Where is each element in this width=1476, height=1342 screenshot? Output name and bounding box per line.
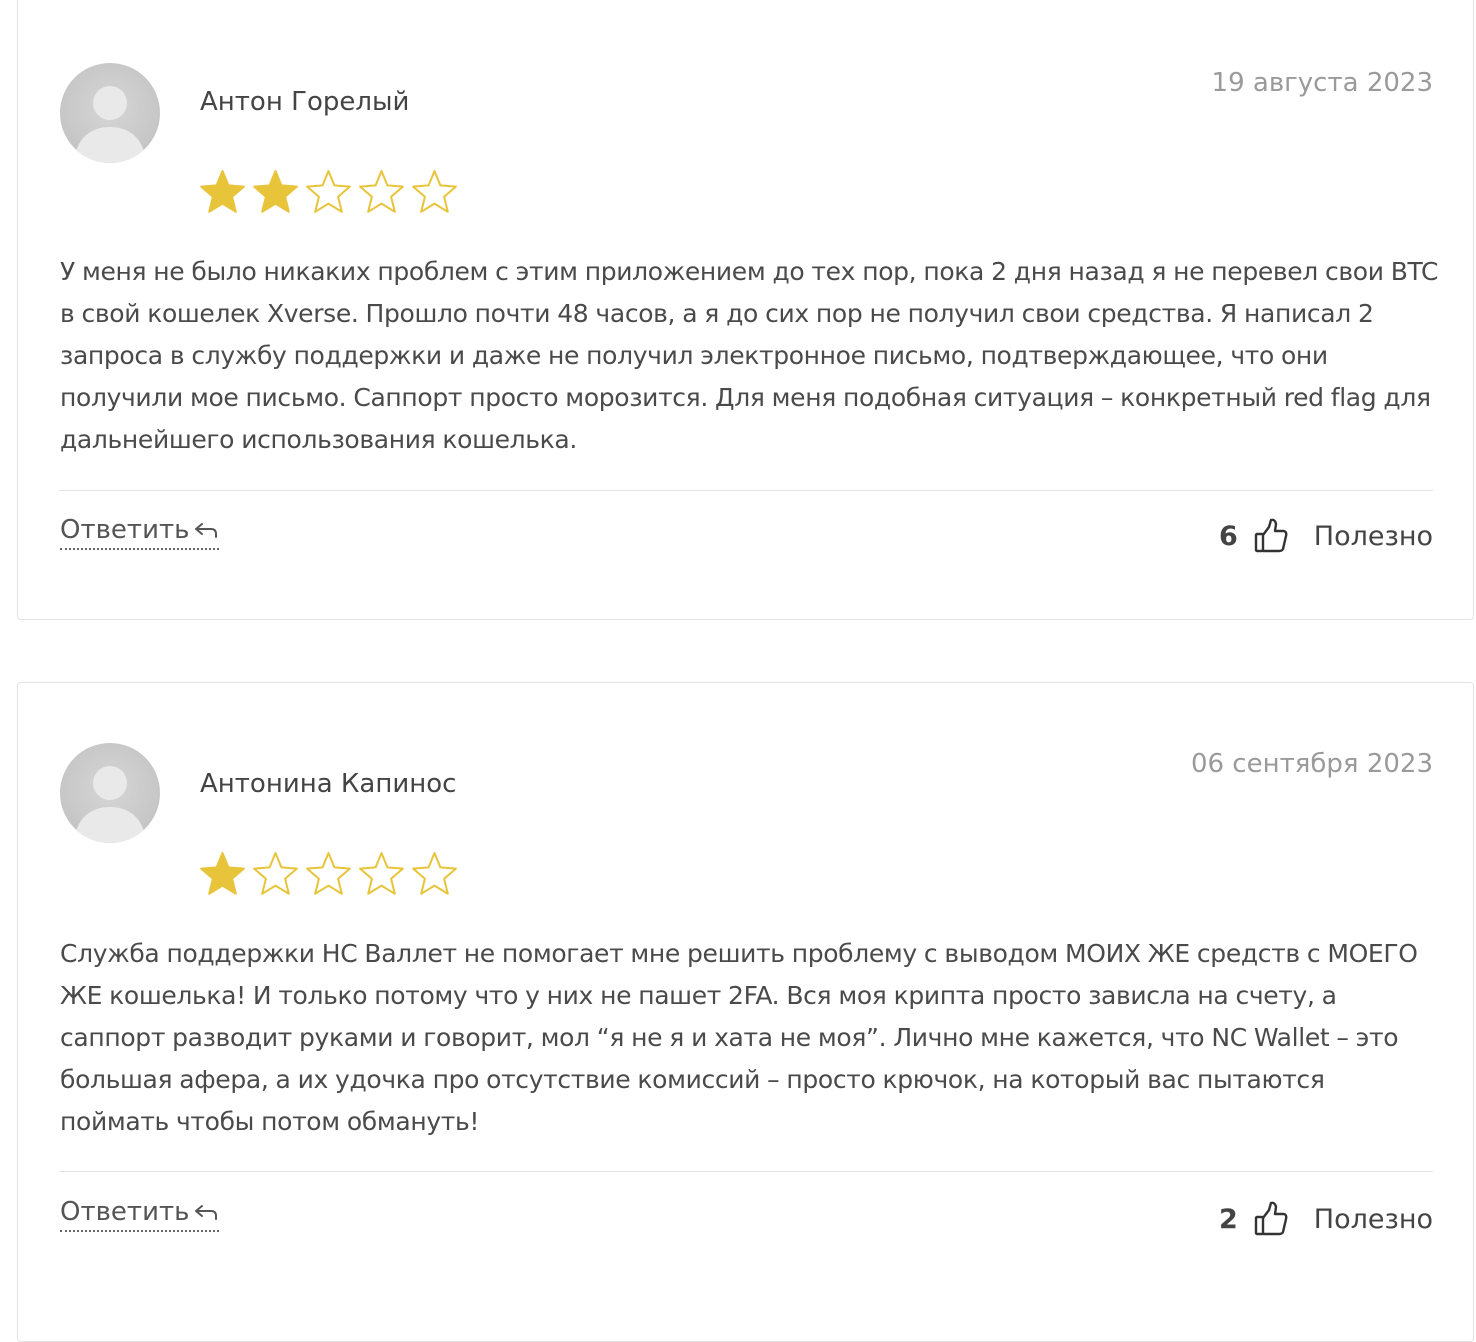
star-filled-icon: [200, 170, 245, 213]
user-silhouette-icon: [74, 86, 146, 163]
reply-label: Ответить: [60, 515, 190, 545]
avatar: [60, 743, 160, 843]
star-empty-icon: [306, 852, 351, 895]
author-name: Антонина Капинос: [200, 769, 457, 799]
star-rating: [198, 168, 459, 216]
star-empty-icon: [412, 852, 457, 895]
review-card: Антонина Капинос 06 сентября 2023 Служба…: [17, 682, 1474, 1342]
helpful-button[interactable]: 6 Полезно: [1219, 512, 1433, 560]
helpful-button[interactable]: 2 Полезно: [1219, 1195, 1433, 1243]
divider: [59, 490, 1433, 491]
review-text: Служба поддержки НС Валлет не помогает м…: [60, 939, 1418, 1136]
star-filled-icon: [253, 170, 298, 213]
author-name: Антон Горелый: [200, 87, 410, 117]
reply-button[interactable]: Ответить: [60, 1197, 220, 1232]
star-rating: [198, 850, 459, 898]
reply-label: Ответить: [60, 1197, 190, 1227]
star-filled-icon: [200, 852, 245, 895]
reply-arrow-icon: [195, 1205, 218, 1220]
user-silhouette-icon: [74, 766, 146, 843]
helpful-label: Полезно: [1313, 520, 1433, 552]
reply-arrow-icon: [195, 523, 218, 538]
avatar: [60, 63, 160, 163]
review-date: 06 сентября 2023: [1190, 749, 1433, 779]
review-text: У меня не было никаких проблем с этим пр…: [60, 257, 1439, 454]
helpful-label: Полезно: [1313, 1203, 1433, 1235]
thumbs-up-icon: [1254, 518, 1288, 553]
divider: [59, 1171, 1433, 1172]
likes-count: 6: [1218, 520, 1238, 552]
star-empty-icon: [359, 170, 404, 213]
star-empty-icon: [253, 852, 298, 895]
review-card: Антон Горелый 19 августа 2023 У меня не …: [17, 0, 1474, 620]
review-date: 19 августа 2023: [1211, 68, 1433, 98]
star-empty-icon: [306, 170, 351, 213]
star-empty-icon: [412, 170, 457, 213]
star-empty-icon: [359, 852, 404, 895]
reply-button[interactable]: Ответить: [60, 515, 220, 550]
likes-count: 2: [1218, 1203, 1238, 1235]
thumbs-up-icon: [1254, 1201, 1288, 1236]
